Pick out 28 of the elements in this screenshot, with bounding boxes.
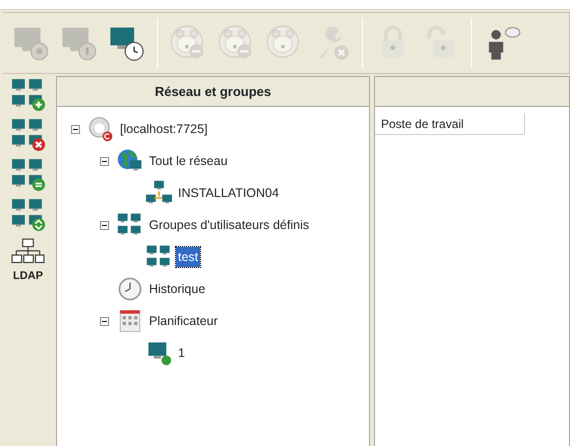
collapse-toggle[interactable] [71,124,80,134]
group-remove-icon [11,117,45,151]
tree-item[interactable]: Groupes d'utilisateurs définis [147,214,312,236]
computer-icon [146,340,172,366]
sidebar-button[interactable]: LDAP [11,237,45,282]
tree-item[interactable]: Tout le réseau [147,150,230,172]
clock-icon [117,276,143,302]
collapse-toggle[interactable] [100,316,109,326]
group-add-icon [11,77,45,111]
sidebar-button[interactable] [11,197,45,231]
tree-item[interactable]: Planificateur [147,310,220,332]
collapse-toggle[interactable] [100,156,109,166]
network-icon [146,180,172,206]
tree-item[interactable]: test [176,246,200,268]
tree-item[interactable]: [localhost:7725] [118,118,210,140]
tree-item[interactable]: 1 [176,342,187,364]
sidebar-button[interactable] [11,117,45,151]
sidebar-button[interactable] [11,77,45,111]
collapse-toggle[interactable] [100,220,109,230]
group-sync-icon [11,157,45,191]
tree-item[interactable]: INSTALLATION04 [176,182,281,204]
calendar-icon [117,308,143,334]
panel-header: Réseau et groupes [57,77,369,107]
column-header[interactable]: Poste de travail [375,113,525,135]
tree-item[interactable]: Historique [147,278,208,300]
group-move-icon [11,197,45,231]
sidebar-button[interactable] [11,157,45,191]
server-icon [88,116,114,142]
